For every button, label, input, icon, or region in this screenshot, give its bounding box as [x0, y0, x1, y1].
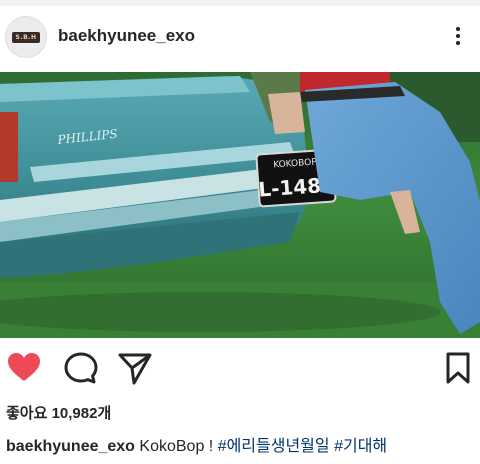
share-icon[interactable] — [117, 350, 153, 386]
action-bar — [0, 350, 480, 390]
caption-text: KokoBop ! — [139, 438, 214, 455]
post-photo[interactable]: PHILLIPS KOKOBOP L-1485 — [0, 72, 480, 338]
hashtag-link[interactable]: #에리들생년월일 — [218, 438, 330, 455]
post-header: S.B.H baekhyunee_exo — [0, 6, 480, 72]
more-options-icon[interactable] — [448, 24, 468, 54]
post-caption: baekhyunee_exo KokoBop ! #에리들생년월일 #기대해 — [6, 432, 387, 456]
photo-illustration: PHILLIPS KOKOBOP L-1485 — [0, 72, 480, 338]
comment-icon[interactable] — [63, 350, 99, 386]
post-username[interactable]: baekhyunee_exo — [58, 26, 195, 46]
bookmark-icon[interactable] — [440, 350, 476, 386]
heart-icon[interactable] — [6, 350, 42, 386]
avatar[interactable]: S.B.H — [5, 16, 47, 58]
hashtag-link[interactable]: #기대해 — [334, 438, 387, 455]
likes-count[interactable]: 좋아요 10,982개 — [6, 402, 111, 423]
avatar-badge: S.B.H — [12, 32, 40, 43]
caption-username[interactable]: baekhyunee_exo — [6, 438, 135, 455]
